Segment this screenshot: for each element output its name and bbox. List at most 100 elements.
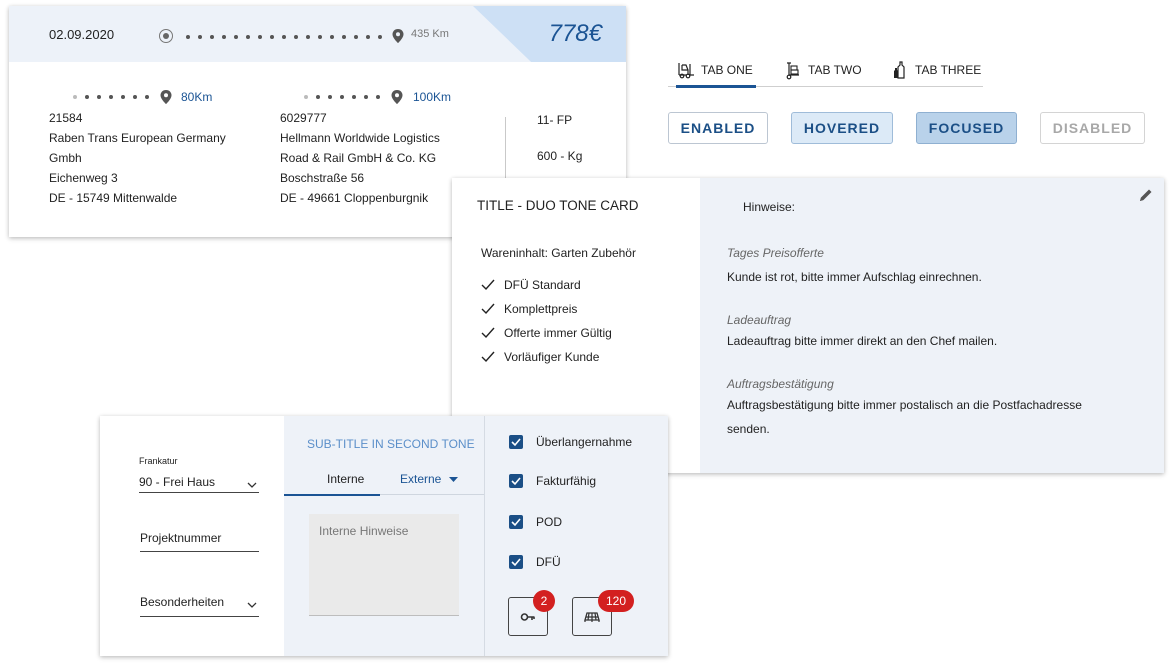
hand-truck-icon bbox=[786, 61, 799, 79]
origin-address-line: 21584 bbox=[49, 111, 83, 125]
tab-one-label: TAB ONE bbox=[701, 62, 753, 77]
feature-item: Offerte immer Gültig bbox=[481, 326, 612, 340]
pallet-icon bbox=[584, 611, 600, 622]
tab-two-label: TAB TWO bbox=[808, 62, 862, 77]
origin-distance-dots bbox=[73, 95, 149, 99]
card-content: Wareninhalt: Garten Zubehör bbox=[481, 246, 636, 260]
note-text: Auftragsbestätigung bitte immer postalis… bbox=[727, 398, 1082, 436]
destination-distance: 100Km bbox=[413, 90, 452, 104]
check-icon bbox=[481, 279, 495, 291]
destination-distance-dots bbox=[304, 95, 380, 99]
tab-one[interactable]: TAB ONE bbox=[676, 52, 756, 88]
textarea-placeholder: Interne Hinweise bbox=[319, 524, 409, 538]
tab-three[interactable]: TAB THREE bbox=[890, 52, 982, 87]
tab-two[interactable]: TAB TWO bbox=[783, 52, 863, 87]
hovered-button[interactable]: HOVERED bbox=[791, 112, 893, 144]
origin-address: 21584 Raben Trans European Germany Gmbh … bbox=[49, 108, 226, 208]
check-icon bbox=[511, 518, 521, 527]
besonderheiten-select[interactable]: Besonderheiten bbox=[140, 595, 259, 617]
checkbox-checked[interactable] bbox=[509, 555, 523, 569]
tab-intern[interactable]: Interne bbox=[327, 472, 364, 486]
focused-button[interactable]: FOCUSED bbox=[916, 112, 1017, 144]
origin-distance: 80Km bbox=[181, 90, 213, 104]
checkbox-pod[interactable]: POD bbox=[509, 515, 562, 529]
besonderheiten-placeholder: Besonderheiten bbox=[140, 595, 225, 609]
frankatur-select[interactable]: Frankatur 90 - Frei Haus bbox=[139, 456, 259, 493]
check-icon bbox=[481, 351, 495, 363]
check-icon bbox=[481, 303, 495, 315]
notes-heading: Hinweise: bbox=[743, 200, 796, 214]
frankatur-value: 90 - Frei Haus bbox=[139, 475, 216, 489]
note-title: Ladeauftrag bbox=[727, 313, 792, 327]
shipment-header: 02.09.2020 435 Km 778€ bbox=[9, 6, 626, 62]
destination-address-line: Road & Rail GmbH & Co. KG bbox=[280, 151, 437, 165]
edit-pencil-icon[interactable] bbox=[1139, 188, 1153, 202]
shipment-weight: 600 - Kg bbox=[537, 149, 583, 163]
origin-address-line: Raben Trans European Germany bbox=[49, 131, 226, 145]
subtitle: SUB-TITLE IN SECOND TONE bbox=[307, 437, 475, 451]
price: 778€ bbox=[548, 20, 602, 47]
chevron-down-icon bbox=[247, 482, 257, 488]
check-icon bbox=[511, 558, 521, 567]
feature-label: Offerte immer Gültig bbox=[504, 326, 612, 340]
bottles-icon bbox=[894, 60, 905, 79]
frankatur-label: Frankatur bbox=[139, 456, 178, 466]
tab-extern-label: Externe bbox=[400, 472, 442, 486]
tab-active-indicator bbox=[284, 494, 380, 496]
checkbox-ueberlangernahme[interactable]: Überlangernahme bbox=[509, 435, 632, 449]
tab-extern[interactable]: Externe bbox=[400, 472, 459, 486]
key-icon bbox=[520, 612, 535, 621]
card-title: TITLE - DUO TONE CARD bbox=[477, 198, 639, 213]
checkbox-label: Fakturfähig bbox=[536, 474, 597, 488]
feature-item: DFÜ Standard bbox=[481, 278, 581, 292]
pallet-count-badge: 120 bbox=[598, 590, 634, 612]
internal-notes-textarea[interactable]: Interne Hinweise bbox=[309, 514, 459, 616]
checkbox-label: POD bbox=[536, 515, 563, 529]
destination-pin-icon bbox=[392, 29, 404, 43]
note-title: Auftragsbestätigung bbox=[727, 377, 834, 391]
enabled-button[interactable]: ENABLED bbox=[668, 112, 768, 144]
destination-address-line: DE - 49661 Cloppenburgnik bbox=[280, 191, 429, 205]
check-icon bbox=[511, 477, 521, 486]
forklift-icon bbox=[678, 62, 694, 78]
checkbox-fakturfaehig[interactable]: Fakturfähig bbox=[509, 474, 596, 488]
tab-bar: TAB ONE TAB TWO TAB THREE bbox=[668, 52, 983, 88]
origin-pin-icon bbox=[160, 90, 172, 104]
origin-address-line: Eichenweg 3 bbox=[49, 171, 118, 185]
key-count-badge: 2 bbox=[533, 590, 555, 612]
checkbox-dfue[interactable]: DFÜ bbox=[509, 555, 561, 569]
destination-address: 6029777 Hellmann Worldwide Logistics Roa… bbox=[280, 108, 440, 208]
projektnummer-input[interactable]: Projektnummer bbox=[140, 531, 259, 552]
note-title: Tages Preisofferte bbox=[727, 246, 824, 260]
checkbox-checked[interactable] bbox=[509, 474, 523, 488]
tab-three-label: TAB THREE bbox=[915, 62, 982, 77]
shipment-date: 02.09.2020 bbox=[49, 27, 115, 42]
checkbox-label: DFÜ bbox=[536, 555, 561, 569]
chevron-down-icon bbox=[247, 602, 257, 608]
checkbox-checked[interactable] bbox=[509, 435, 523, 449]
caret-down-icon bbox=[449, 476, 459, 482]
origin-address-line: DE - 15749 Mittenwalde bbox=[49, 191, 178, 205]
destination-address-line: 6029777 bbox=[280, 111, 327, 125]
feature-label: Komplettpreis bbox=[504, 302, 578, 316]
feature-label: DFÜ Standard bbox=[504, 278, 581, 292]
feature-item: Vorläufiger Kunde bbox=[481, 350, 599, 364]
destination-address-pin-icon bbox=[391, 90, 403, 104]
projektnummer-placeholder: Projektnummer bbox=[140, 531, 222, 545]
feature-label: Vorläufiger Kunde bbox=[504, 350, 600, 364]
form-card: Frankatur 90 - Frei Haus Projektnummer B… bbox=[100, 416, 668, 656]
total-distance: 435 Km bbox=[411, 28, 449, 40]
checkbox-label: Überlangernahme bbox=[536, 435, 633, 449]
destination-address-line: Boschstraße 56 bbox=[280, 171, 365, 185]
note-text: Ladeauftrag bitte immer direkt an den Ch… bbox=[727, 334, 998, 348]
pallet-count: 11- FP bbox=[537, 113, 573, 127]
check-icon bbox=[511, 438, 521, 447]
origin-address-line: Gmbh bbox=[49, 151, 82, 165]
destination-address-line: Hellmann Worldwide Logistics bbox=[280, 131, 440, 145]
disabled-button: DISABLED bbox=[1040, 112, 1145, 144]
checkbox-checked[interactable] bbox=[509, 515, 523, 529]
check-icon bbox=[481, 327, 495, 339]
origin-marker-icon bbox=[159, 29, 173, 43]
route-dots bbox=[186, 35, 382, 39]
feature-item: Komplettpreis bbox=[481, 302, 577, 316]
